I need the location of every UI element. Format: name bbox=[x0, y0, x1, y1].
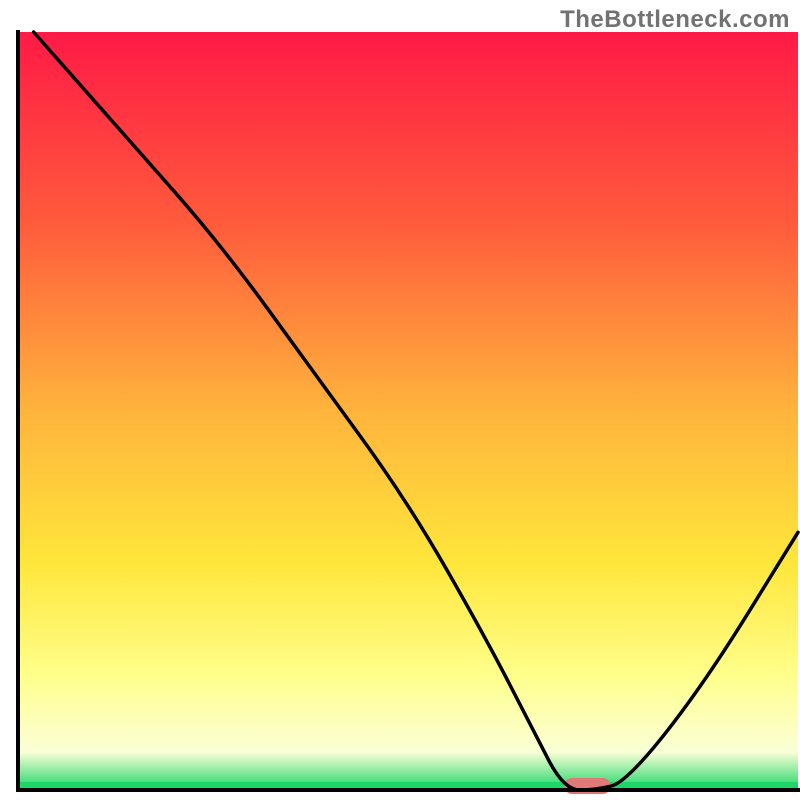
bottleneck-chart bbox=[0, 0, 800, 800]
chart-container: TheBottleneck.com bbox=[0, 0, 800, 800]
